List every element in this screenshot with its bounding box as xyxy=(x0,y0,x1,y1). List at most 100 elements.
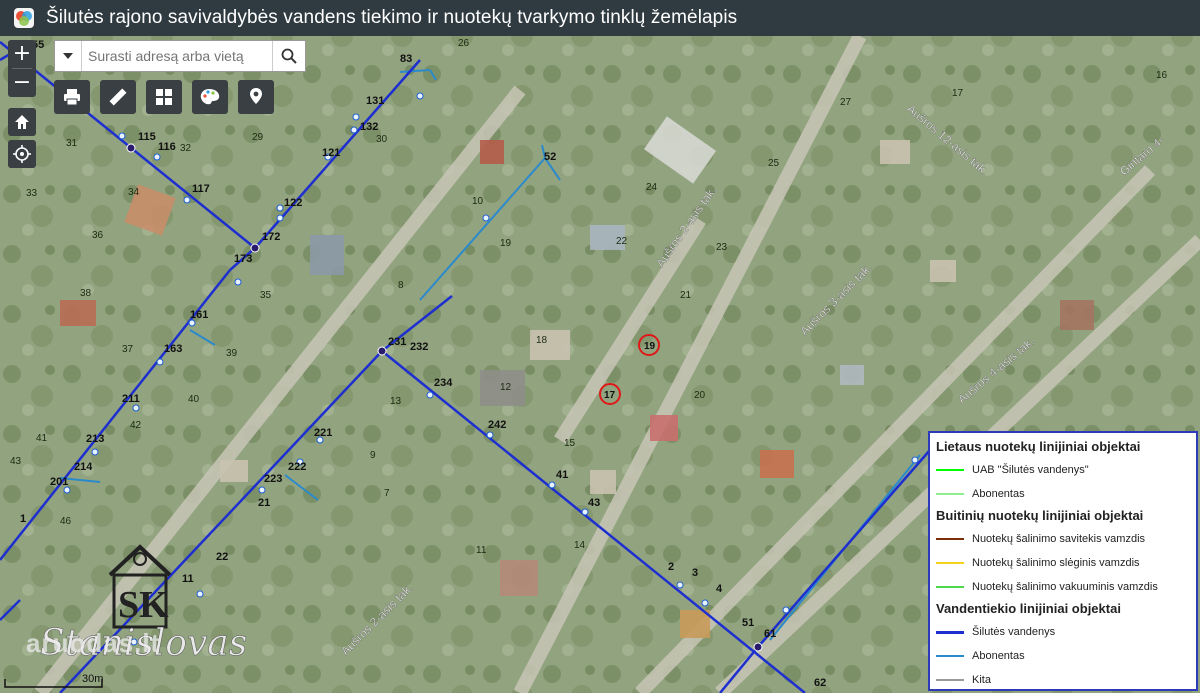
parcel-number: 25 xyxy=(768,158,780,169)
node-label: 2 xyxy=(668,561,674,573)
parcel-number: 24 xyxy=(646,182,658,193)
map-legend: Lietaus nuotekų linijiniai objektai UAB … xyxy=(928,431,1198,691)
legend-swatch xyxy=(936,586,964,588)
node-label: 201 xyxy=(50,476,68,488)
legend-section-title: Vandentiekio linijiniai objektai xyxy=(936,601,1121,616)
search-source-dropdown[interactable] xyxy=(55,41,82,71)
search-input[interactable] xyxy=(82,41,272,71)
parcel-number: 10 xyxy=(472,196,484,207)
highlighted-parcel-label: 17 xyxy=(604,390,616,401)
node-label: 52 xyxy=(544,151,556,163)
parcel-number: 35 xyxy=(260,290,272,301)
parcel-number: 33 xyxy=(26,188,38,199)
parcel-number: 42 xyxy=(130,420,142,431)
node-label: 21 xyxy=(258,497,270,509)
node-label: 121 xyxy=(322,147,340,159)
node-label: 122 xyxy=(284,197,302,209)
parcel-number: 46 xyxy=(60,516,72,527)
legend-item: UAB "Šilutės vandenys" xyxy=(936,458,1190,482)
parcel-number: 32 xyxy=(180,143,192,154)
legend-item-label: Abonentas xyxy=(972,650,1025,662)
legend-item: Nuotekų šalinimo savitekis vamzdis xyxy=(936,527,1190,551)
basemap-gallery-icon xyxy=(156,89,172,105)
parcel-number: 29 xyxy=(252,132,264,143)
node-label: 173 xyxy=(234,253,252,265)
legend-item: Abonentas xyxy=(936,644,1190,668)
palette-icon xyxy=(200,89,220,105)
node-label: 1 xyxy=(20,513,26,525)
print-button[interactable] xyxy=(54,80,90,114)
parcel-number: 12 xyxy=(500,382,512,393)
legend-item: Nuotekų šalinimo slėginis vamzdis xyxy=(936,551,1190,575)
legend-section-title: Lietaus nuotekų linijiniai objektai xyxy=(936,439,1141,454)
legend-item: Kita xyxy=(936,668,1190,692)
node-label: 62 xyxy=(814,677,826,689)
basemap-gallery-button[interactable] xyxy=(146,80,182,114)
zoom-out-button[interactable]: − xyxy=(8,69,36,97)
parcel-number: 37 xyxy=(122,344,134,355)
node-label: 232 xyxy=(410,341,428,353)
legend-section-title: Buitinių nuotekų linijiniai objektai xyxy=(936,508,1144,523)
parcel-number: 23 xyxy=(716,242,728,253)
node-label: 116 xyxy=(158,141,176,153)
parcel-number: 40 xyxy=(188,394,200,405)
node-label: 234 xyxy=(434,377,453,389)
legend-swatch xyxy=(936,562,964,564)
page-title: Šilutės rajono savivaldybės vandens tiek… xyxy=(46,7,738,28)
parcel-number: 20 xyxy=(694,390,706,401)
node-label: 3 xyxy=(692,567,698,579)
parcel-number: 9 xyxy=(370,450,376,461)
parcel-number: 21 xyxy=(680,290,692,301)
node-label: 222 xyxy=(288,461,306,473)
legend-swatch xyxy=(936,655,964,657)
parcel-number: 14 xyxy=(574,540,586,551)
legend-item-label: UAB "Šilutės vandenys" xyxy=(972,464,1089,476)
node-label: 211 xyxy=(122,393,140,405)
locate-icon xyxy=(13,145,31,163)
measure-button[interactable] xyxy=(100,80,136,114)
measure-icon xyxy=(109,88,127,106)
parcel-number: 15 xyxy=(564,438,576,449)
parcel-number: 38 xyxy=(80,288,92,299)
parcel-number: 18 xyxy=(536,335,548,346)
legend-item: Nuotekų šalinimo vakuuminis vamzdis xyxy=(936,575,1190,599)
title-bar: Šilutės rajono savivaldybės vandens tiek… xyxy=(0,0,1200,36)
parcel-number: 17 xyxy=(952,88,964,99)
node-label: 223 xyxy=(264,473,282,485)
parcel-number: 7 xyxy=(384,488,390,499)
parcel-number: 19 xyxy=(500,238,512,249)
locate-button[interactable] xyxy=(8,140,36,168)
legend-swatch xyxy=(936,493,964,495)
node-label: 242 xyxy=(488,419,506,431)
parcel-number: 39 xyxy=(226,348,238,359)
legend-swatch xyxy=(936,469,964,471)
node-label: 61 xyxy=(764,628,776,640)
legend-swatch xyxy=(936,630,964,634)
parcel-number: 22 xyxy=(616,236,628,247)
marker-icon xyxy=(250,88,262,104)
watermark-brand: aruodas.lt xyxy=(26,628,161,658)
search-button[interactable] xyxy=(272,41,305,71)
parcel-number: 11 xyxy=(476,545,487,556)
style-button[interactable] xyxy=(192,80,228,114)
legend-item-label: Nuotekų šalinimo slėginis vamzdis xyxy=(972,557,1140,569)
zoom-in-button[interactable]: + xyxy=(8,40,36,68)
parcel-number: 36 xyxy=(92,230,104,241)
parcel-number: 27 xyxy=(840,97,852,108)
dropdown-icon xyxy=(63,53,73,59)
app-logo-icon xyxy=(14,8,34,28)
home-button[interactable] xyxy=(8,108,36,136)
node-label: 214 xyxy=(74,461,93,473)
parcel-number: 26 xyxy=(458,38,470,49)
legend-swatch xyxy=(936,538,964,540)
legend-item-label: Kita xyxy=(972,674,991,686)
zoom-control: + − xyxy=(8,40,36,97)
node-label: 117 xyxy=(192,183,210,195)
parcel-number: 16 xyxy=(1156,70,1168,81)
parcel-number: 8 xyxy=(398,280,404,291)
search-icon xyxy=(281,48,297,64)
parcel-number: 41 xyxy=(36,433,48,444)
legend-item: Šilutės vandenys xyxy=(936,620,1190,644)
draw-marker-button[interactable] xyxy=(238,80,274,114)
node-label: 163 xyxy=(164,343,182,355)
